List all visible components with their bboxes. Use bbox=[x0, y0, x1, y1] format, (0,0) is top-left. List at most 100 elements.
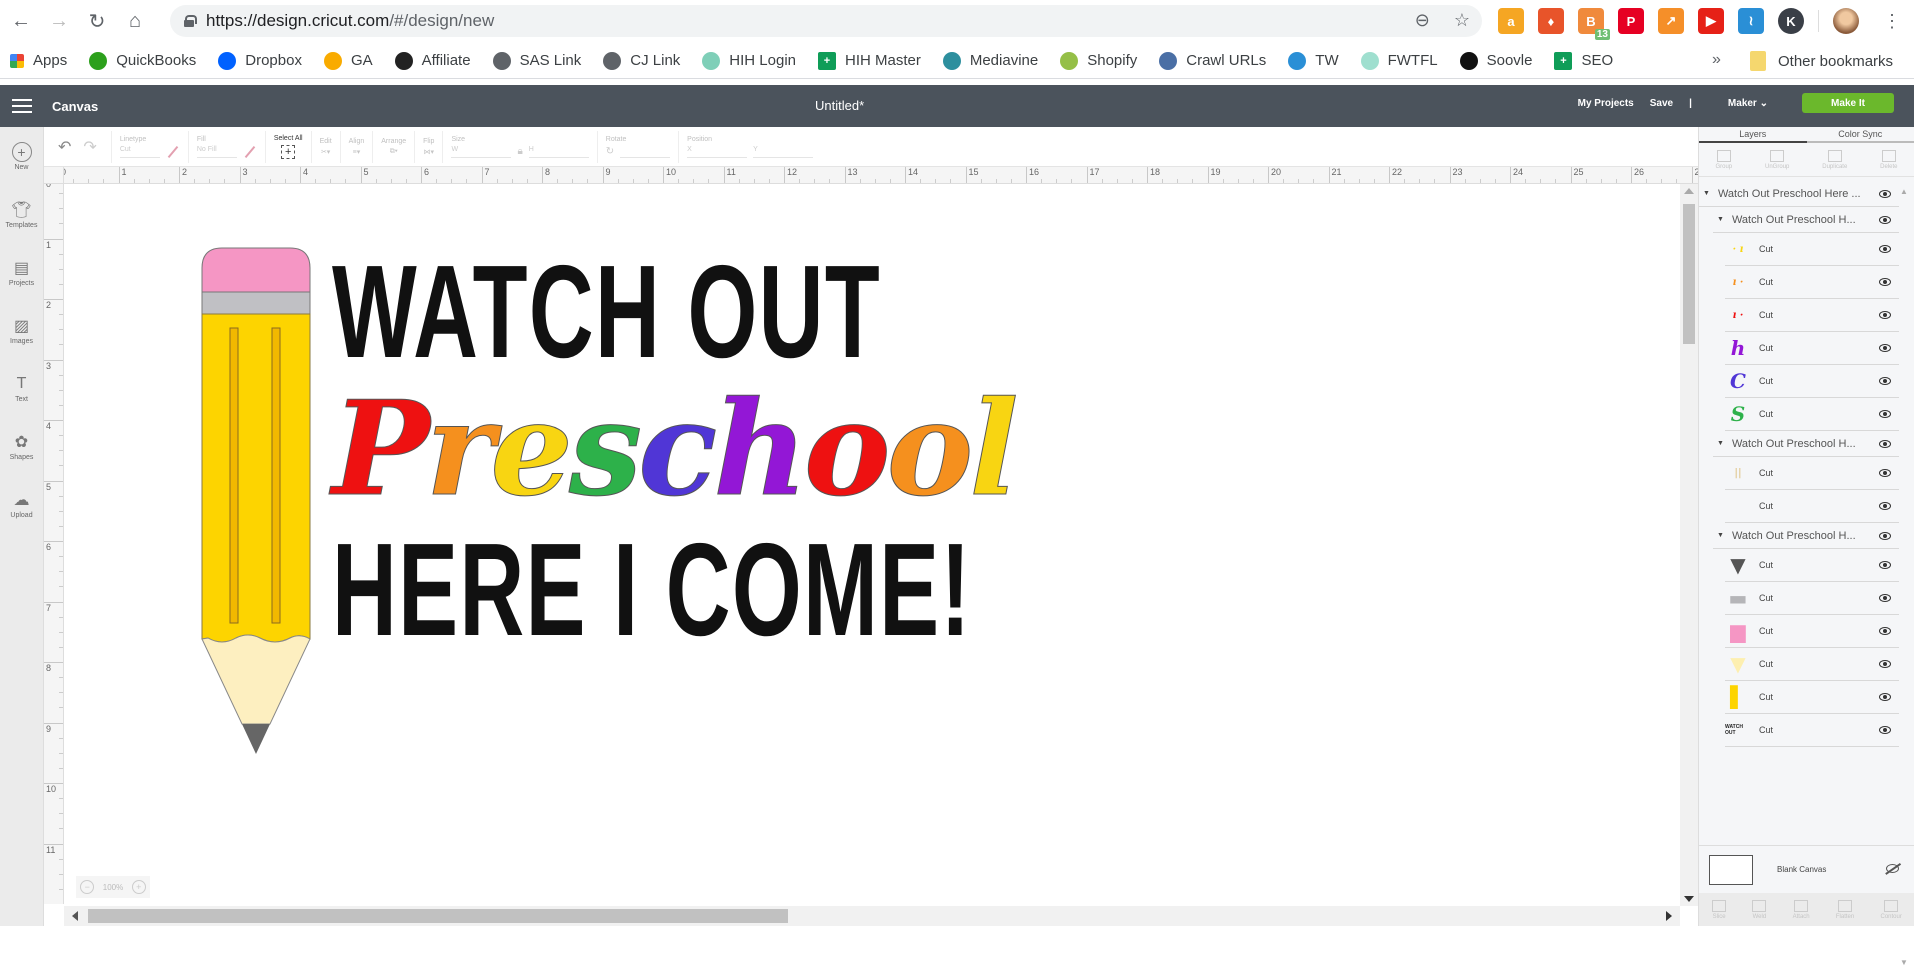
layer-item[interactable]: ▼Cut bbox=[1725, 648, 1899, 681]
analytics-extension-icon[interactable]: ↗ bbox=[1658, 8, 1684, 34]
tab-color-sync[interactable]: Color Sync bbox=[1807, 127, 1914, 143]
eye-icon[interactable] bbox=[1879, 410, 1891, 418]
layer-item[interactable]: WATCH OUTCut bbox=[1725, 714, 1899, 747]
layer-item[interactable]: SCut bbox=[1725, 398, 1899, 431]
attach-button[interactable]: Attach bbox=[1793, 900, 1810, 920]
text-preschool[interactable]: Preschool bbox=[332, 384, 1142, 514]
letter-o[interactable]: o bbox=[804, 384, 887, 514]
x-field[interactable]: X bbox=[687, 146, 747, 158]
eye-icon[interactable] bbox=[1879, 469, 1891, 477]
lock-ratio-icon[interactable]: 🔒︎ bbox=[517, 146, 522, 157]
amazon-assoc-extension-icon[interactable]: a bbox=[1498, 8, 1524, 34]
pencil-image[interactable] bbox=[200, 246, 312, 768]
bookmark-dropbox[interactable]: Dropbox bbox=[218, 52, 302, 70]
letter-P[interactable]: P bbox=[332, 384, 426, 514]
zoom-out-button[interactable]: − bbox=[80, 880, 94, 894]
eye-icon[interactable] bbox=[1879, 216, 1891, 224]
text-watch-out[interactable]: WATCH OUT bbox=[332, 246, 883, 378]
design-text-group[interactable]: WATCH OUT Preschool HERE I COME! bbox=[332, 246, 1142, 656]
bookmark-star-icon[interactable]: ☆ bbox=[1454, 10, 1470, 31]
bookmarks-overflow-button[interactable]: » bbox=[1712, 51, 1721, 69]
layer-item[interactable]: Cut bbox=[1725, 490, 1899, 523]
caret-down-icon[interactable]: ▼ bbox=[1717, 532, 1724, 539]
bookmark-seo[interactable]: +SEO bbox=[1554, 52, 1613, 70]
caret-down-icon[interactable]: ▼ bbox=[1703, 190, 1710, 197]
layer-item[interactable]: hCut bbox=[1725, 332, 1899, 365]
eye-icon[interactable] bbox=[1879, 693, 1891, 701]
align-button[interactable]: ≡▾ bbox=[353, 148, 361, 156]
eye-icon[interactable] bbox=[1879, 311, 1891, 319]
b-badge-extension-icon[interactable]: B13 bbox=[1578, 8, 1604, 34]
bookmark-quickbooks[interactable]: QuickBooks bbox=[89, 52, 196, 70]
arrange-button[interactable]: ⧉▾ bbox=[390, 148, 398, 156]
blank-canvas-swatch[interactable] bbox=[1709, 855, 1753, 885]
contour-button[interactable]: Contour bbox=[1880, 900, 1901, 920]
height-field[interactable]: H bbox=[529, 146, 589, 158]
delete-button[interactable]: Delete bbox=[1880, 150, 1897, 170]
bookmark-mediavine[interactable]: Mediavine bbox=[943, 52, 1038, 70]
bookmark-cj-link[interactable]: CJ Link bbox=[603, 52, 680, 70]
ungroup-button[interactable]: UnGroup bbox=[1765, 150, 1789, 170]
bookmark-apps[interactable]: Apps bbox=[10, 52, 67, 69]
layer-group[interactable]: ▼Watch Out Preschool Here ... bbox=[1699, 181, 1899, 207]
eye-icon[interactable] bbox=[1879, 377, 1891, 385]
linetype-color-icon[interactable] bbox=[168, 145, 179, 157]
home-button[interactable]: ⌂ bbox=[118, 4, 152, 38]
blank-canvas-row[interactable]: Blank Canvas bbox=[1699, 845, 1914, 893]
video-extension-icon[interactable]: ▶ bbox=[1698, 8, 1724, 34]
letter-s[interactable]: s bbox=[569, 384, 638, 514]
horizontal-scrollbar[interactable] bbox=[64, 906, 1680, 926]
bookmark-crawl-urls[interactable]: Crawl URLs bbox=[1159, 52, 1266, 70]
k-profile-extension-icon[interactable]: K bbox=[1778, 8, 1804, 34]
eye-icon[interactable] bbox=[1879, 190, 1891, 198]
letter-c[interactable]: c bbox=[638, 384, 713, 514]
tab-layers[interactable]: Layers bbox=[1699, 127, 1807, 143]
eye-icon[interactable] bbox=[1879, 502, 1891, 510]
bookmark-tw[interactable]: TW bbox=[1288, 52, 1338, 70]
bookmark-sas-link[interactable]: SAS Link bbox=[493, 52, 582, 70]
letter-o[interactable]: o bbox=[887, 384, 970, 514]
layer-group[interactable]: ▼Watch Out Preschool H... bbox=[1713, 523, 1899, 549]
select-all-button[interactable]: + bbox=[281, 145, 295, 159]
layer-group[interactable]: ▼Watch Out Preschool H... bbox=[1713, 431, 1899, 457]
flatten-button[interactable]: Flatten bbox=[1836, 900, 1854, 920]
eye-icon[interactable] bbox=[1879, 594, 1891, 602]
url-text[interactable]: https://design.cricut.com/#/design/new bbox=[206, 11, 494, 31]
letter-h[interactable]: h bbox=[713, 384, 804, 514]
eye-icon[interactable] bbox=[1879, 344, 1891, 352]
bookmark-affiliate[interactable]: Affiliate bbox=[395, 52, 471, 70]
group-button[interactable]: Group bbox=[1715, 150, 1732, 170]
my-projects-button[interactable]: My Projects bbox=[1578, 98, 1634, 109]
eye-icon[interactable] bbox=[1879, 245, 1891, 253]
eye-icon[interactable] bbox=[1879, 440, 1891, 448]
bookmark-hih-master[interactable]: +HIH Master bbox=[818, 52, 921, 70]
weld-button[interactable]: Weld bbox=[1752, 900, 1766, 920]
eye-icon[interactable] bbox=[1879, 561, 1891, 569]
text-here-i-come[interactable]: HERE I COME! bbox=[332, 524, 883, 656]
eye-icon[interactable] bbox=[1879, 627, 1891, 635]
bookmark-hih-login[interactable]: HIH Login bbox=[702, 52, 796, 70]
back-button[interactable]: ← bbox=[4, 4, 38, 38]
scroll-left-icon[interactable] bbox=[72, 911, 78, 921]
caret-down-icon[interactable]: ▼ bbox=[1717, 216, 1724, 223]
caret-down-icon[interactable]: ▼ bbox=[1717, 440, 1724, 447]
bookmark-soovle[interactable]: Soovle bbox=[1460, 52, 1533, 70]
layer-group[interactable]: ▼Watch Out Preschool H... bbox=[1713, 207, 1899, 233]
layer-item[interactable]: CCut bbox=[1725, 365, 1899, 398]
machine-select[interactable]: Maker ⌄ bbox=[1728, 98, 1768, 109]
rail-item-upload[interactable]: ☁Upload bbox=[0, 475, 43, 533]
tw-extension-icon[interactable]: ≀ bbox=[1738, 8, 1764, 34]
eye-icon[interactable] bbox=[1879, 660, 1891, 668]
rail-item-projects[interactable]: ▤Projects bbox=[0, 243, 43, 301]
pinterest-extension-icon[interactable]: P bbox=[1618, 8, 1644, 34]
bookmark-shopify[interactable]: Shopify bbox=[1060, 52, 1137, 70]
layer-item[interactable]: ▆Cut bbox=[1725, 615, 1899, 648]
browser-menu-icon[interactable]: ⋮ bbox=[1883, 11, 1901, 32]
vertical-scroll-thumb[interactable] bbox=[1683, 204, 1695, 344]
rail-item-new[interactable]: +New bbox=[0, 127, 43, 185]
eye-hidden-icon[interactable] bbox=[1886, 864, 1899, 873]
zoom-out-icon[interactable]: ⊖ bbox=[1415, 10, 1430, 31]
reload-button[interactable]: ↻ bbox=[80, 4, 114, 38]
address-bar[interactable]: https://design.cricut.com/#/design/new ⊖… bbox=[170, 5, 1482, 37]
eye-icon[interactable] bbox=[1879, 278, 1891, 286]
